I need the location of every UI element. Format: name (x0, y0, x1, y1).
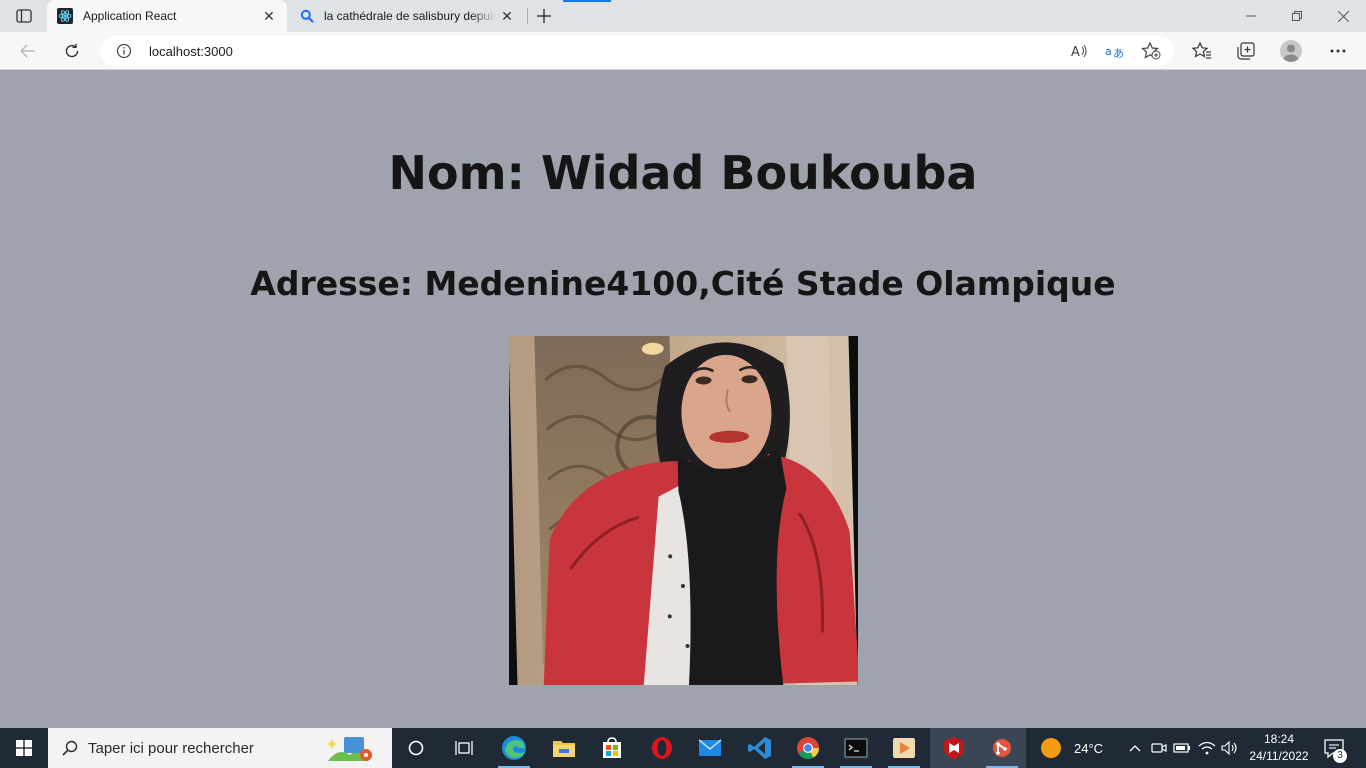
edge-icon (502, 736, 526, 760)
vscode-icon (748, 737, 771, 759)
edge-app[interactable] (490, 728, 538, 768)
tab-cathedrale-search[interactable]: la cathédrale de salisbury depuis ✕ (289, 0, 525, 32)
back-arrow-icon (20, 44, 35, 58)
close-tab-icon[interactable]: ✕ (497, 6, 517, 26)
folder-icon (553, 741, 575, 757)
task-view-icon (455, 741, 473, 755)
mcafee-icon (944, 737, 964, 759)
git-app[interactable] (978, 728, 1026, 768)
opera-icon (652, 737, 672, 759)
page-content: Nom: Widad Boukouba Adresse: Medenine410… (0, 70, 1366, 728)
translate-icon[interactable]: aあ (1104, 41, 1126, 61)
media-player-icon (893, 738, 915, 758)
profile-photo (509, 336, 858, 685)
svg-text:A: A (1071, 45, 1080, 59)
restore-button[interactable] (1274, 0, 1320, 32)
back-button[interactable] (14, 37, 42, 65)
task-view-button[interactable] (440, 728, 488, 768)
collections-button[interactable] (1232, 37, 1260, 65)
tab-actions-button[interactable] (10, 4, 38, 28)
close-icon (1337, 10, 1349, 22)
store-icon (603, 737, 621, 758)
tab-title: Application React (83, 9, 177, 23)
settings-more-button[interactable] (1324, 37, 1352, 65)
info-icon[interactable] (116, 43, 132, 59)
tab-strip: Application React ✕ la cathédrale de sal… (0, 0, 1366, 32)
tab-application-react[interactable]: Application React ✕ (47, 0, 287, 32)
taskbar: Taper ici pour rechercher 24°C 18:24 24/… (0, 728, 1366, 768)
add-favorite-icon[interactable] (1140, 41, 1162, 61)
address-heading: Adresse: Medenine4100,Cité Stade Olampiq… (250, 264, 1116, 303)
show-hidden-icons-button[interactable] (1126, 739, 1144, 757)
url-text[interactable]: localhost:3000 (149, 44, 233, 59)
system-clock[interactable]: 18:24 24/11/2022 (1244, 731, 1314, 765)
weather-widget[interactable]: 24°C (1040, 728, 1103, 768)
tab-actions-icon (16, 9, 32, 23)
name-heading: Nom: Widad Boukouba (388, 146, 978, 200)
tab-divider (527, 8, 528, 24)
clock-time: 18:24 (1263, 732, 1295, 746)
weather-temp: 24°C (1074, 740, 1104, 756)
vscode-app[interactable] (736, 728, 784, 768)
close-window-button[interactable] (1320, 0, 1366, 32)
store-app[interactable] (588, 728, 636, 768)
volume-icon[interactable] (1221, 739, 1239, 757)
tab-title: la cathédrale de salisbury depuis (324, 9, 497, 23)
plus-icon (537, 9, 551, 23)
browser-toolbar: localhost:3000 A aあ (0, 32, 1366, 70)
chrome-icon (797, 737, 819, 759)
collections-icon (1237, 42, 1255, 60)
read-aloud-icon[interactable]: A (1068, 41, 1090, 61)
terminal-icon (844, 738, 868, 758)
close-tab-icon[interactable]: ✕ (259, 6, 279, 26)
mail-app[interactable] (686, 728, 734, 768)
more-icon (1330, 49, 1346, 53)
svg-text:あ: あ (1113, 47, 1124, 59)
favorites-button[interactable] (1188, 37, 1216, 65)
windows-logo-icon (16, 740, 32, 756)
terminal-app[interactable] (832, 728, 880, 768)
search-icon (299, 8, 315, 24)
search-placeholder: Taper ici pour rechercher (88, 740, 254, 757)
search-icon (62, 740, 78, 756)
chrome-app[interactable] (784, 728, 832, 768)
chevron-up-icon (1129, 745, 1141, 752)
user-icon (1283, 44, 1299, 62)
battery-icon[interactable] (1173, 739, 1191, 757)
sun-icon (1041, 738, 1061, 758)
react-icon (57, 8, 73, 24)
address-bar[interactable]: localhost:3000 A aあ (100, 36, 1174, 66)
notification-count-badge: 3 (1333, 749, 1347, 763)
git-icon (993, 739, 1011, 757)
accent-indicator (563, 0, 611, 2)
wifi-icon[interactable] (1198, 739, 1216, 757)
refresh-icon (65, 43, 79, 58)
favorites-icon (1192, 42, 1211, 59)
cortana-icon (408, 740, 424, 756)
media-player-app[interactable] (880, 728, 928, 768)
mcafee-app[interactable] (930, 728, 978, 768)
opera-app[interactable] (638, 728, 686, 768)
mail-icon (698, 739, 722, 756)
svg-text:a: a (1105, 45, 1112, 58)
profile-avatar[interactable] (1280, 40, 1302, 62)
refresh-button[interactable] (58, 37, 86, 65)
minimize-icon (1246, 15, 1256, 17)
camera-icon[interactable] (1150, 739, 1168, 757)
start-button[interactable] (0, 728, 48, 768)
new-tab-button[interactable] (532, 5, 556, 27)
search-highlight-icon (326, 737, 372, 761)
clock-date: 24/11/2022 (1249, 749, 1309, 763)
file-explorer-app[interactable] (540, 728, 588, 768)
minimize-button[interactable] (1228, 0, 1274, 32)
restore-icon (1292, 11, 1302, 21)
cortana-button[interactable] (392, 728, 440, 768)
taskbar-search[interactable]: Taper ici pour rechercher (48, 728, 392, 768)
